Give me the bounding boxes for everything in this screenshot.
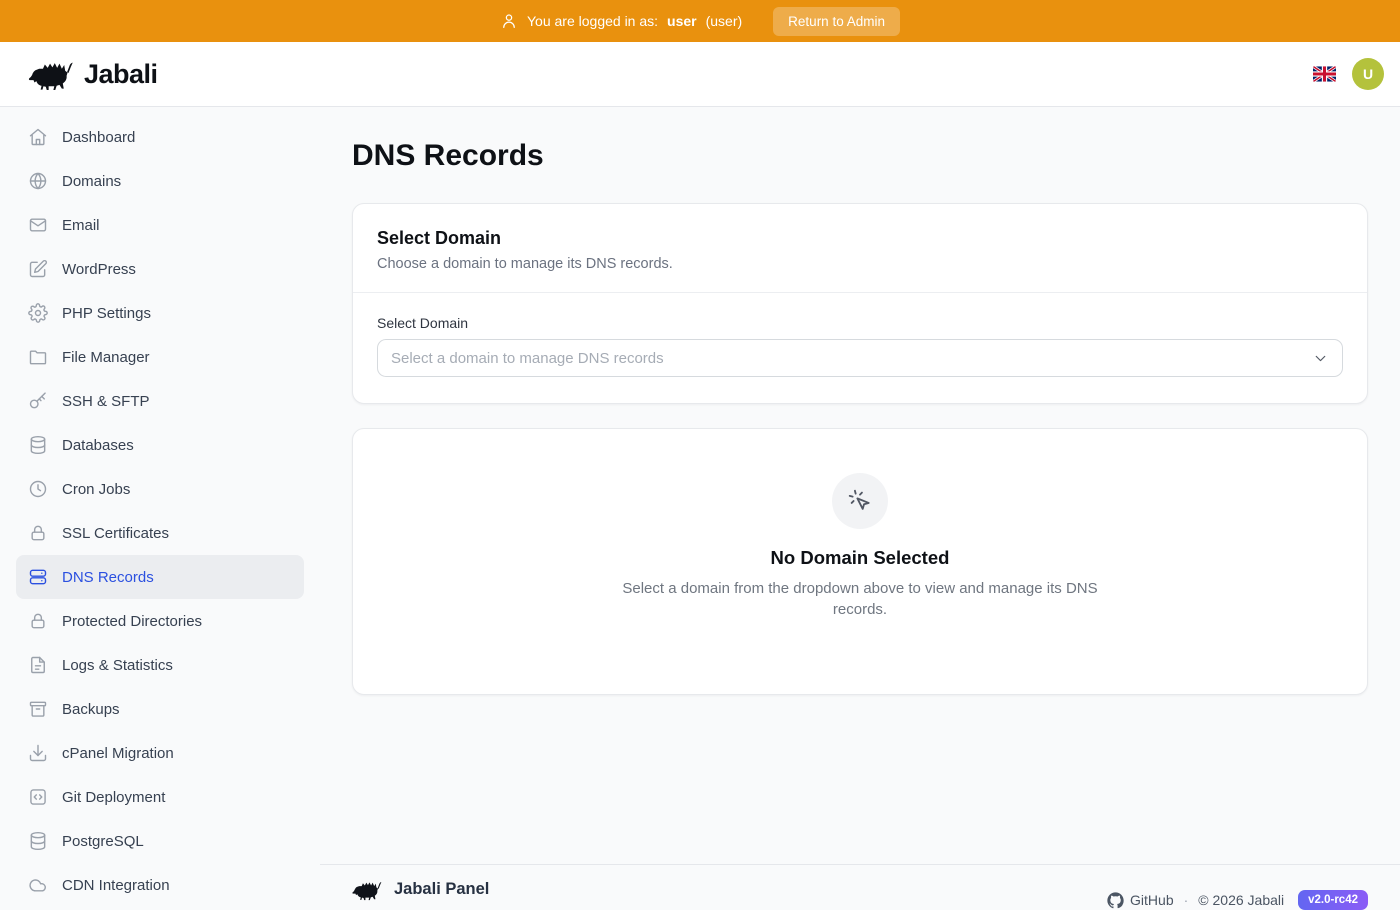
page-title: DNS Records: [352, 139, 1368, 173]
boar-icon: [28, 57, 74, 91]
key-icon: [28, 391, 48, 411]
login-message-prefix: You are logged in as:: [527, 13, 658, 29]
mouse-pointer-click-icon: [832, 473, 888, 529]
select-domain-card: Select Domain Choose a domain to manage …: [352, 203, 1368, 404]
code-icon: [28, 787, 48, 807]
sidebar-item-label: Logs & Statistics: [62, 657, 173, 674]
sidebar-item-label: Cron Jobs: [62, 481, 130, 498]
sidebar-item-label: File Manager: [62, 349, 150, 366]
empty-state-description: Select a domain from the dropdown above …: [595, 579, 1125, 620]
boar-icon: [352, 878, 382, 901]
card-description: Choose a domain to manage its DNS record…: [377, 256, 1343, 272]
empty-state-title: No Domain Selected: [377, 547, 1343, 569]
footer-brand-name: Jabali Panel: [394, 880, 489, 899]
mail-icon: [28, 215, 48, 235]
globe-icon: [28, 171, 48, 191]
database-icon: [28, 831, 48, 851]
gear-icon: [28, 303, 48, 323]
sidebar-item-label: Protected Directories: [62, 613, 202, 630]
database-icon: [28, 435, 48, 455]
card-title: Select Domain: [377, 228, 1343, 249]
user-avatar[interactable]: U: [1352, 58, 1384, 90]
sidebar-item-label: SSH & SFTP: [62, 393, 150, 410]
impersonation-banner: You are logged in as: user (user) Return…: [0, 0, 1400, 42]
sidebar-item-domains[interactable]: Domains: [16, 159, 304, 203]
sidebar-item-file-manager[interactable]: File Manager: [16, 335, 304, 379]
sidebar-item-label: PHP Settings: [62, 305, 151, 322]
folder-icon: [28, 347, 48, 367]
version-badge: v2.0-rc42: [1298, 890, 1368, 910]
empty-state-card: No Domain Selected Select a domain from …: [352, 428, 1368, 695]
select-domain-card-header: Select Domain Choose a domain to manage …: [353, 204, 1367, 293]
copyright-text: © 2026 Jabali: [1198, 892, 1284, 908]
sidebar-item-logs-statistics[interactable]: Logs & Statistics: [16, 643, 304, 687]
sidebar-item-cron-jobs[interactable]: Cron Jobs: [16, 467, 304, 511]
sidebar-item-label: Email: [62, 217, 100, 234]
sidebar-item-backups[interactable]: Backups: [16, 687, 304, 731]
footer-brand: Jabali Panel: [352, 878, 489, 901]
main-content: DNS Records Select Domain Choose a domai…: [320, 107, 1400, 864]
sidebar-item-email[interactable]: Email: [16, 203, 304, 247]
brand-name: Jabali: [84, 59, 158, 90]
sidebar-item-dns-records[interactable]: DNS Records: [16, 555, 304, 599]
sidebar-item-postgresql[interactable]: PostgreSQL: [16, 819, 304, 863]
sidebar-item-label: PostgreSQL: [62, 833, 144, 850]
sidebar-item-ssl-certificates[interactable]: SSL Certificates: [16, 511, 304, 555]
file-text-icon: [28, 655, 48, 675]
server-icon: [28, 567, 48, 587]
sidebar-item-label: Backups: [62, 701, 120, 718]
github-icon: [1107, 892, 1124, 909]
user-icon: [500, 12, 518, 30]
sidebar-item-php-settings[interactable]: PHP Settings: [16, 291, 304, 335]
sidebar-item-wordpress[interactable]: WordPress: [16, 247, 304, 291]
sidebar-item-databases[interactable]: Databases: [16, 423, 304, 467]
sidebar-item-label: CDN Integration: [62, 877, 170, 894]
sidebar-item-cpanel-migration[interactable]: cPanel Migration: [16, 731, 304, 775]
sidebar-item-label: Git Deployment: [62, 789, 165, 806]
footer-separator: ·: [1184, 892, 1189, 908]
edit-icon: [28, 259, 48, 279]
domain-select-label: Select Domain: [377, 315, 1343, 331]
archive-icon: [28, 699, 48, 719]
login-role-suffix: (user): [706, 13, 743, 29]
return-to-admin-button[interactable]: Return to Admin: [773, 7, 900, 36]
sidebar-item-label: SSL Certificates: [62, 525, 169, 542]
chevron-down-icon: [1312, 350, 1329, 367]
sidebar-item-label: Dashboard: [62, 129, 135, 146]
sidebar-item-label: Databases: [62, 437, 134, 454]
download-icon: [28, 743, 48, 763]
sidebar-item-ssh-sftp[interactable]: SSH & SFTP: [16, 379, 304, 423]
sidebar-nav: Dashboard Domains Email WordPress PHP Settin…: [16, 115, 304, 900]
sidebar-item-label: Domains: [62, 173, 121, 190]
sidebar-item-label: cPanel Migration: [62, 745, 174, 762]
sidebar-item-protected-directories[interactable]: Protected Directories: [16, 599, 304, 643]
clock-icon: [28, 479, 48, 499]
uk-flag-icon[interactable]: [1313, 66, 1336, 82]
domain-select[interactable]: Select a domain to manage DNS records: [377, 339, 1343, 377]
login-username: user: [667, 13, 697, 29]
lock-icon: [28, 611, 48, 631]
app-footer: Jabali Panel GitHub · © 2026 Jabali v2.0…: [320, 864, 1400, 900]
footer-links: GitHub · © 2026 Jabali v2.0-rc42: [1107, 890, 1368, 910]
app-header: Jabali U: [0, 42, 1400, 107]
select-domain-card-body: Select Domain Select a domain to manage …: [353, 293, 1367, 403]
sidebar-item-git-deployment[interactable]: Git Deployment: [16, 775, 304, 819]
lock-icon: [28, 523, 48, 543]
cloud-icon: [28, 875, 48, 895]
github-link[interactable]: GitHub: [1107, 892, 1174, 909]
header-actions: U: [1313, 58, 1384, 90]
sidebar: Dashboard Domains Email WordPress PHP Settin…: [0, 107, 320, 900]
sidebar-item-label: DNS Records: [62, 569, 154, 586]
brand-logo[interactable]: Jabali: [28, 57, 158, 91]
sidebar-item-cdn-integration[interactable]: CDN Integration: [16, 863, 304, 900]
github-label: GitHub: [1130, 892, 1174, 908]
sidebar-item-label: WordPress: [62, 261, 136, 278]
domain-select-placeholder: Select a domain to manage DNS records: [391, 350, 664, 367]
home-icon: [28, 127, 48, 147]
sidebar-item-dashboard[interactable]: Dashboard: [16, 115, 304, 159]
